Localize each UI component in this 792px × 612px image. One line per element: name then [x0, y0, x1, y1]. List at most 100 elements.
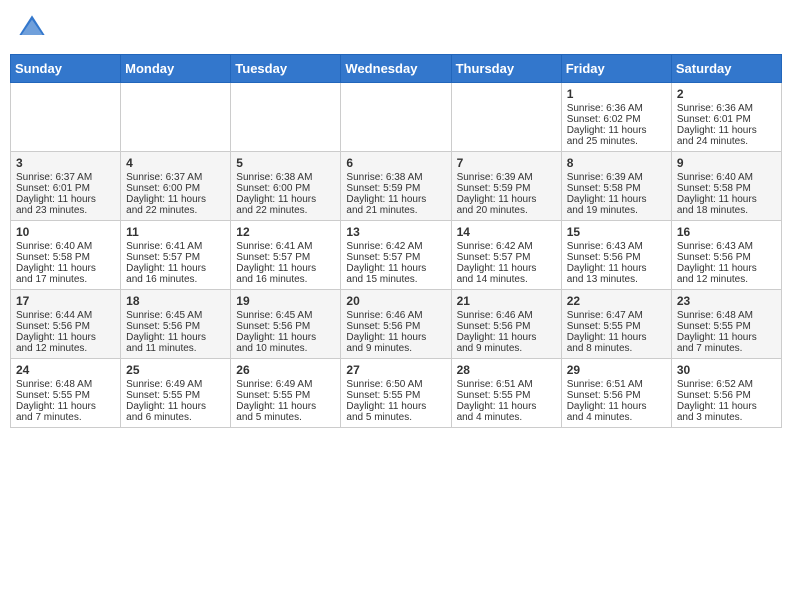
- sunset-text: Sunset: 5:58 PM: [16, 252, 90, 263]
- calendar-cell: [231, 83, 341, 152]
- sunset-text: Sunset: 5:58 PM: [677, 183, 751, 194]
- sunset-text: Sunset: 5:56 PM: [567, 390, 641, 401]
- sunrise-text: Sunrise: 6:40 AM: [16, 241, 92, 252]
- calendar-cell: 18 Sunrise: 6:45 AM Sunset: 5:56 PM Dayl…: [121, 290, 231, 359]
- sunset-text: Sunset: 5:59 PM: [457, 183, 531, 194]
- daylight-text: Daylight: 11 hours and 13 minutes.: [567, 263, 647, 285]
- daylight-text: Daylight: 11 hours and 22 minutes.: [126, 194, 206, 216]
- sunset-text: Sunset: 5:55 PM: [567, 321, 641, 332]
- calendar-cell: 17 Sunrise: 6:44 AM Sunset: 5:56 PM Dayl…: [11, 290, 121, 359]
- sunrise-text: Sunrise: 6:41 AM: [236, 241, 312, 252]
- sunset-text: Sunset: 5:56 PM: [677, 252, 751, 263]
- sunset-text: Sunset: 5:56 PM: [346, 321, 420, 332]
- sunrise-text: Sunrise: 6:45 AM: [126, 310, 202, 321]
- calendar-cell: 13 Sunrise: 6:42 AM Sunset: 5:57 PM Dayl…: [341, 221, 451, 290]
- calendar-cell: 25 Sunrise: 6:49 AM Sunset: 5:55 PM Dayl…: [121, 359, 231, 428]
- daylight-text: Daylight: 11 hours and 18 minutes.: [677, 194, 757, 216]
- sunrise-text: Sunrise: 6:51 AM: [457, 379, 533, 390]
- day-number: 9: [677, 156, 776, 170]
- sunrise-text: Sunrise: 6:46 AM: [346, 310, 422, 321]
- calendar-cell: 28 Sunrise: 6:51 AM Sunset: 5:55 PM Dayl…: [451, 359, 561, 428]
- day-number: 8: [567, 156, 666, 170]
- calendar-header-row: SundayMondayTuesdayWednesdayThursdayFrid…: [11, 55, 782, 83]
- calendar-cell: 5 Sunrise: 6:38 AM Sunset: 6:00 PM Dayli…: [231, 152, 341, 221]
- sunrise-text: Sunrise: 6:38 AM: [346, 172, 422, 183]
- daylight-text: Daylight: 11 hours and 11 minutes.: [126, 332, 206, 354]
- calendar-cell: 7 Sunrise: 6:39 AM Sunset: 5:59 PM Dayli…: [451, 152, 561, 221]
- page-container: SundayMondayTuesdayWednesdayThursdayFrid…: [10, 10, 782, 428]
- calendar-cell: [451, 83, 561, 152]
- calendar-week-row: 1 Sunrise: 6:36 AM Sunset: 6:02 PM Dayli…: [11, 83, 782, 152]
- daylight-text: Daylight: 11 hours and 17 minutes.: [16, 263, 96, 285]
- sunrise-text: Sunrise: 6:45 AM: [236, 310, 312, 321]
- sunset-text: Sunset: 5:56 PM: [126, 321, 200, 332]
- calendar-cell: 26 Sunrise: 6:49 AM Sunset: 5:55 PM Dayl…: [231, 359, 341, 428]
- day-number: 17: [16, 294, 115, 308]
- calendar-cell: 15 Sunrise: 6:43 AM Sunset: 5:56 PM Dayl…: [561, 221, 671, 290]
- daylight-text: Daylight: 11 hours and 23 minutes.: [16, 194, 96, 216]
- daylight-text: Daylight: 11 hours and 8 minutes.: [567, 332, 647, 354]
- calendar-week-row: 17 Sunrise: 6:44 AM Sunset: 5:56 PM Dayl…: [11, 290, 782, 359]
- calendar-cell: 10 Sunrise: 6:40 AM Sunset: 5:58 PM Dayl…: [11, 221, 121, 290]
- calendar-cell: 14 Sunrise: 6:42 AM Sunset: 5:57 PM Dayl…: [451, 221, 561, 290]
- daylight-text: Daylight: 11 hours and 9 minutes.: [457, 332, 537, 354]
- sunset-text: Sunset: 5:55 PM: [677, 321, 751, 332]
- calendar-cell: 9 Sunrise: 6:40 AM Sunset: 5:58 PM Dayli…: [671, 152, 781, 221]
- sunrise-text: Sunrise: 6:39 AM: [567, 172, 643, 183]
- weekday-header-tuesday: Tuesday: [231, 55, 341, 83]
- calendar-cell: 3 Sunrise: 6:37 AM Sunset: 6:01 PM Dayli…: [11, 152, 121, 221]
- daylight-text: Daylight: 11 hours and 16 minutes.: [126, 263, 206, 285]
- sunrise-text: Sunrise: 6:37 AM: [126, 172, 202, 183]
- daylight-text: Daylight: 11 hours and 5 minutes.: [236, 401, 316, 423]
- weekday-header-friday: Friday: [561, 55, 671, 83]
- sunset-text: Sunset: 5:55 PM: [126, 390, 200, 401]
- day-number: 4: [126, 156, 225, 170]
- day-number: 7: [457, 156, 556, 170]
- sunset-text: Sunset: 5:57 PM: [126, 252, 200, 263]
- daylight-text: Daylight: 11 hours and 9 minutes.: [346, 332, 426, 354]
- day-number: 5: [236, 156, 335, 170]
- sunset-text: Sunset: 6:00 PM: [126, 183, 200, 194]
- daylight-text: Daylight: 11 hours and 15 minutes.: [346, 263, 426, 285]
- sunrise-text: Sunrise: 6:46 AM: [457, 310, 533, 321]
- daylight-text: Daylight: 11 hours and 20 minutes.: [457, 194, 537, 216]
- calendar-cell: [11, 83, 121, 152]
- sunrise-text: Sunrise: 6:48 AM: [677, 310, 753, 321]
- day-number: 27: [346, 363, 445, 377]
- sunset-text: Sunset: 6:02 PM: [567, 114, 641, 125]
- sunset-text: Sunset: 5:55 PM: [346, 390, 420, 401]
- sunset-text: Sunset: 5:56 PM: [457, 321, 531, 332]
- sunrise-text: Sunrise: 6:48 AM: [16, 379, 92, 390]
- daylight-text: Daylight: 11 hours and 7 minutes.: [677, 332, 757, 354]
- page-header: [10, 10, 782, 46]
- sunset-text: Sunset: 5:55 PM: [457, 390, 531, 401]
- sunrise-text: Sunrise: 6:49 AM: [126, 379, 202, 390]
- day-number: 23: [677, 294, 776, 308]
- sunset-text: Sunset: 6:01 PM: [677, 114, 751, 125]
- calendar-cell: 24 Sunrise: 6:48 AM Sunset: 5:55 PM Dayl…: [11, 359, 121, 428]
- calendar-cell: 12 Sunrise: 6:41 AM Sunset: 5:57 PM Dayl…: [231, 221, 341, 290]
- calendar-cell: 29 Sunrise: 6:51 AM Sunset: 5:56 PM Dayl…: [561, 359, 671, 428]
- calendar-cell: 11 Sunrise: 6:41 AM Sunset: 5:57 PM Dayl…: [121, 221, 231, 290]
- sunset-text: Sunset: 5:56 PM: [236, 321, 310, 332]
- sunrise-text: Sunrise: 6:42 AM: [346, 241, 422, 252]
- day-number: 16: [677, 225, 776, 239]
- sunset-text: Sunset: 5:57 PM: [346, 252, 420, 263]
- day-number: 13: [346, 225, 445, 239]
- sunset-text: Sunset: 5:58 PM: [567, 183, 641, 194]
- day-number: 18: [126, 294, 225, 308]
- calendar-cell: 21 Sunrise: 6:46 AM Sunset: 5:56 PM Dayl…: [451, 290, 561, 359]
- calendar-week-row: 10 Sunrise: 6:40 AM Sunset: 5:58 PM Dayl…: [11, 221, 782, 290]
- sunset-text: Sunset: 6:01 PM: [16, 183, 90, 194]
- sunrise-text: Sunrise: 6:38 AM: [236, 172, 312, 183]
- sunrise-text: Sunrise: 6:40 AM: [677, 172, 753, 183]
- daylight-text: Daylight: 11 hours and 21 minutes.: [346, 194, 426, 216]
- day-number: 21: [457, 294, 556, 308]
- day-number: 19: [236, 294, 335, 308]
- calendar-cell: 1 Sunrise: 6:36 AM Sunset: 6:02 PM Dayli…: [561, 83, 671, 152]
- calendar-cell: 30 Sunrise: 6:52 AM Sunset: 5:56 PM Dayl…: [671, 359, 781, 428]
- daylight-text: Daylight: 11 hours and 10 minutes.: [236, 332, 316, 354]
- day-number: 30: [677, 363, 776, 377]
- sunrise-text: Sunrise: 6:50 AM: [346, 379, 422, 390]
- weekday-header-monday: Monday: [121, 55, 231, 83]
